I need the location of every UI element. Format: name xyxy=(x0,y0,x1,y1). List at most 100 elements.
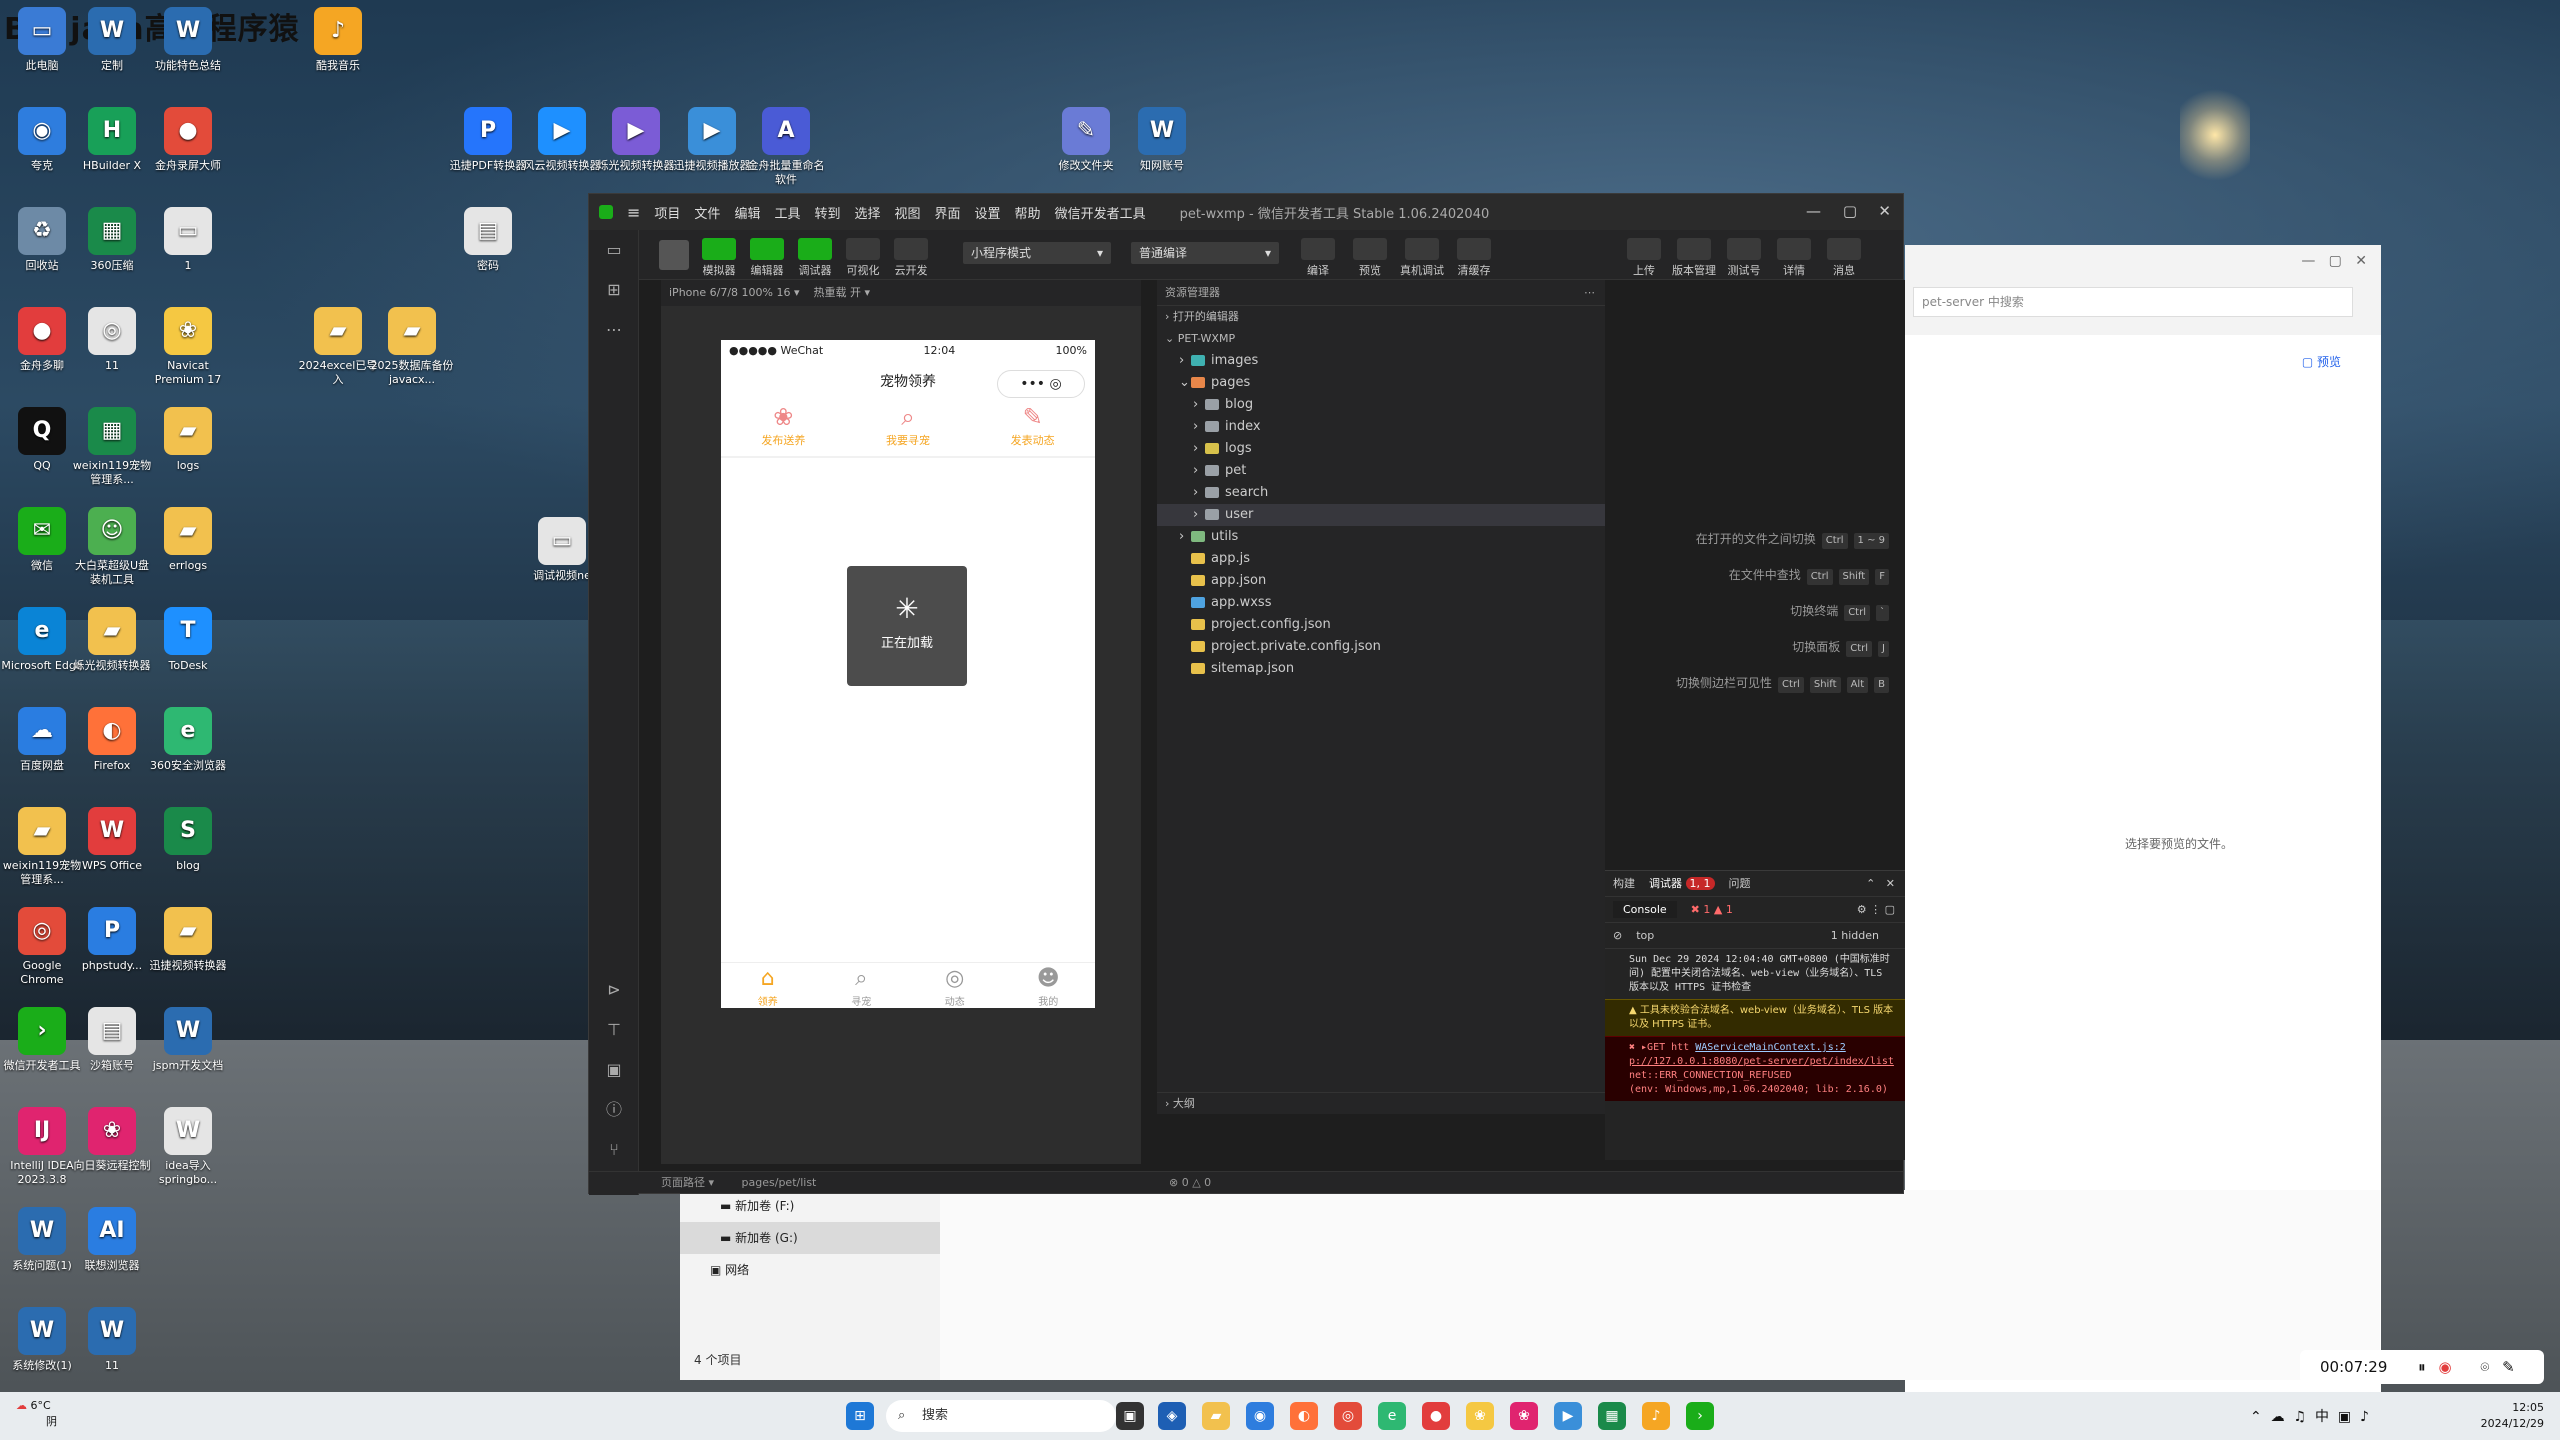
pin-icon[interactable]: ⊤ xyxy=(589,1010,639,1050)
desktop-icon[interactable]: W 知网账号 xyxy=(1120,107,1204,173)
desktop-icon[interactable]: Sblog xyxy=(146,807,230,873)
tray-icons[interactable]: ⌃ ☁ ♫ 中 ▣ ♪ xyxy=(2250,1406,2369,1426)
toolbar-button[interactable]: 模拟器 xyxy=(699,238,739,278)
taskbar-search[interactable]: ⌕ 搜索 xyxy=(886,1400,1116,1432)
desktop-icon[interactable]: ▭ 1 xyxy=(146,207,230,273)
minimize-icon[interactable]: — xyxy=(1806,202,1821,220)
desktop-icon[interactable]: ◎ 11 xyxy=(70,307,154,373)
wechat-devtools-window[interactable]: ≡ 项目 文件 编辑 工具 转到 选择 视图 界面 设置 帮助 微信开发者工具 pet-wxmp -… xyxy=(588,193,1905,1195)
music-icon[interactable]: ♪ xyxy=(1642,1402,1670,1430)
tree-folder[interactable]: › pet xyxy=(1157,460,1605,482)
menu-item[interactable]: 设置 xyxy=(975,203,1001,222)
chrome-icon[interactable]: ◎ xyxy=(1334,1402,1362,1430)
menu-item[interactable]: 界面 xyxy=(935,203,961,222)
desktop-icon[interactable]: ❀ Navicat Premium 17 xyxy=(146,307,230,387)
issue-counts[interactable]: ✖ 1 ▲ 1 xyxy=(1691,903,1733,916)
top-nav-item[interactable]: ❀ 发布送养 xyxy=(738,402,828,456)
desktop-icon[interactable]: ▶ 风云视频转换器 xyxy=(520,107,604,173)
desktop-icon[interactable]: ▰ logs xyxy=(146,407,230,473)
desktop-icon[interactable]: ◐ Firefox xyxy=(70,707,154,773)
sunlogin-icon[interactable]: ❀ xyxy=(1510,1402,1538,1430)
menu-item[interactable]: 微信开发者工具 xyxy=(1055,203,1146,222)
hamburger-icon[interactable]: ≡ xyxy=(627,203,640,222)
toolbar-button[interactable]: 云开发 xyxy=(891,238,931,278)
folder-icon[interactable]: ▭ xyxy=(589,230,639,270)
toolbar-button[interactable]: 调试器 xyxy=(795,238,835,278)
network-item[interactable]: ▣ 网络 xyxy=(680,1254,940,1286)
compile-action-button[interactable]: 清缓存 xyxy=(1449,238,1499,278)
block-icon[interactable]: ⊘ xyxy=(1613,929,1622,942)
recorder-icon[interactable]: ● xyxy=(1422,1402,1450,1430)
drive-f[interactable]: ▬ 新加卷 (F:) xyxy=(680,1190,940,1222)
toolbar-button[interactable]: 编辑器 xyxy=(747,238,787,278)
desktop-icon[interactable]: ▶ 烁光视频转换器 xyxy=(594,107,678,173)
desktop-icon[interactable]: ▰ 迅捷视频转换器 xyxy=(146,907,230,973)
page-path-toggle[interactable]: 页面路径 ▾ xyxy=(661,1176,714,1189)
desktop-icon[interactable]: ▰ 烁光视频转换器 xyxy=(70,607,154,673)
desktop-icon[interactable]: W 11 xyxy=(70,1307,154,1373)
firefox-icon[interactable]: ◐ xyxy=(1290,1402,1318,1430)
more-icon[interactable]: ⋯ xyxy=(1584,280,1595,306)
tab-item[interactable]: ⌕ 寻宠 xyxy=(826,963,896,1008)
clock[interactable]: 12:05 2024/12/29 xyxy=(2474,1400,2544,1432)
tree-folder[interactable]: ⌄ pages xyxy=(1157,372,1605,394)
project-action-button[interactable]: 测试号 xyxy=(1719,238,1769,278)
tree-folder[interactable]: › logs xyxy=(1157,438,1605,460)
desktop-icon[interactable]: W WPS Office xyxy=(70,807,154,873)
toolbar-button[interactable]: 可视化 xyxy=(843,238,883,278)
file-explorer-icon[interactable]: ▰ xyxy=(1202,1402,1230,1430)
menu-item[interactable]: 工具 xyxy=(774,203,800,222)
desktop-icon[interactable]: ▤ 密码 xyxy=(446,207,530,273)
ime-indicator[interactable]: 中 xyxy=(2315,1409,2329,1425)
error-source-link[interactable]: WAServiceMainContext.js:2 xyxy=(1695,1042,1846,1053)
task-view-icon[interactable]: ▣ xyxy=(1116,1402,1144,1430)
menu-item[interactable]: 文件 xyxy=(694,203,720,222)
top-nav-item[interactable]: ✎ 发表动态 xyxy=(988,402,1078,456)
store-icon[interactable]: ◈ xyxy=(1158,1402,1186,1430)
desktop-icon[interactable]: H HBuilder X xyxy=(70,107,154,173)
desktop-icon[interactable]: Widea导入springbo... xyxy=(146,1107,230,1187)
desktop-icon[interactable]: ▰ errlogs xyxy=(146,507,230,573)
player-icon[interactable]: ▶ xyxy=(1554,1402,1582,1430)
tree-file[interactable]: app.json xyxy=(1157,570,1605,592)
pause-icon[interactable]: ⏸ xyxy=(2418,1358,2426,1376)
compress-icon[interactable]: ▦ xyxy=(1598,1402,1626,1430)
project-action-button[interactable]: 消息 xyxy=(1819,238,1869,278)
desktop-icon[interactable]: ♪ 酷我音乐 xyxy=(296,7,380,73)
tab-build[interactable]: 构建 xyxy=(1613,877,1635,890)
maximize-icon[interactable]: ▢ xyxy=(1843,202,1857,220)
desktop-icon[interactable]: ● 金舟录屏大师 xyxy=(146,107,230,173)
terminal-icon[interactable]: ▣ xyxy=(589,1050,639,1090)
tree-folder[interactable]: › search xyxy=(1157,482,1605,504)
desktop-icon[interactable]: ▶ 迅捷视频播放器 xyxy=(670,107,754,173)
device-select[interactable]: iPhone 6/7/8 100% 16 ▾ xyxy=(669,286,800,299)
desktop-icon[interactable]: W 定制 xyxy=(70,7,154,73)
pen-icon[interactable]: ✎ xyxy=(2502,1358,2515,1376)
tab-debugger[interactable]: 调试器 xyxy=(1649,877,1682,890)
structure-icon[interactable]: ⊞ xyxy=(589,270,639,310)
context-select[interactable]: top xyxy=(1636,929,1654,942)
outline-section[interactable]: › 大纲 xyxy=(1157,1092,1605,1114)
browser-360-icon[interactable]: e xyxy=(1378,1402,1406,1430)
desktop-icon[interactable]: Pphpstudy... xyxy=(70,907,154,973)
error-url[interactable]: p://127.0.0.1:8080/pet-server/pet/index/… xyxy=(1629,1056,1894,1067)
drive-g[interactable]: ▬ 新加卷 (G:) xyxy=(680,1222,940,1254)
desktop-icon[interactable]: ▰ 2025数据库备份javacx... xyxy=(370,307,454,387)
camera-icon[interactable]: ⌾ xyxy=(2480,1358,2489,1376)
desktop-icon[interactable]: ❀ 向日葵远程控制 xyxy=(70,1107,154,1173)
compile-action-button[interactable]: 真机调试 xyxy=(1397,238,1447,278)
capsule-menu[interactable]: ••• ◎ xyxy=(997,370,1085,398)
menu-item[interactable]: 编辑 xyxy=(734,203,760,222)
open-editors-section[interactable]: › 打开的编辑器 xyxy=(1157,306,1605,328)
window-controls[interactable]: — ▢ ✕ xyxy=(2301,253,2367,269)
desktop-icon[interactable]: W 功能特色总结 xyxy=(146,7,230,73)
desktop-icon[interactable]: ✎ 修改文件夹 xyxy=(1044,107,1128,173)
desktop-icon[interactable]: P 迅捷PDF转换器 xyxy=(446,107,530,173)
tree-folder[interactable]: › blog xyxy=(1157,394,1605,416)
panel-close-icon[interactable]: ⌃ ✕ xyxy=(1866,871,1895,897)
desktop-icon[interactable]: ▰ 2024excel已导入 xyxy=(296,307,380,387)
tree-folder[interactable]: › images xyxy=(1157,350,1605,372)
menu-item[interactable]: 项目 xyxy=(654,203,680,222)
tab-item[interactable]: ⌂ 领养 xyxy=(733,963,803,1008)
stop-icon[interactable]: ◉ xyxy=(2438,1358,2451,1376)
